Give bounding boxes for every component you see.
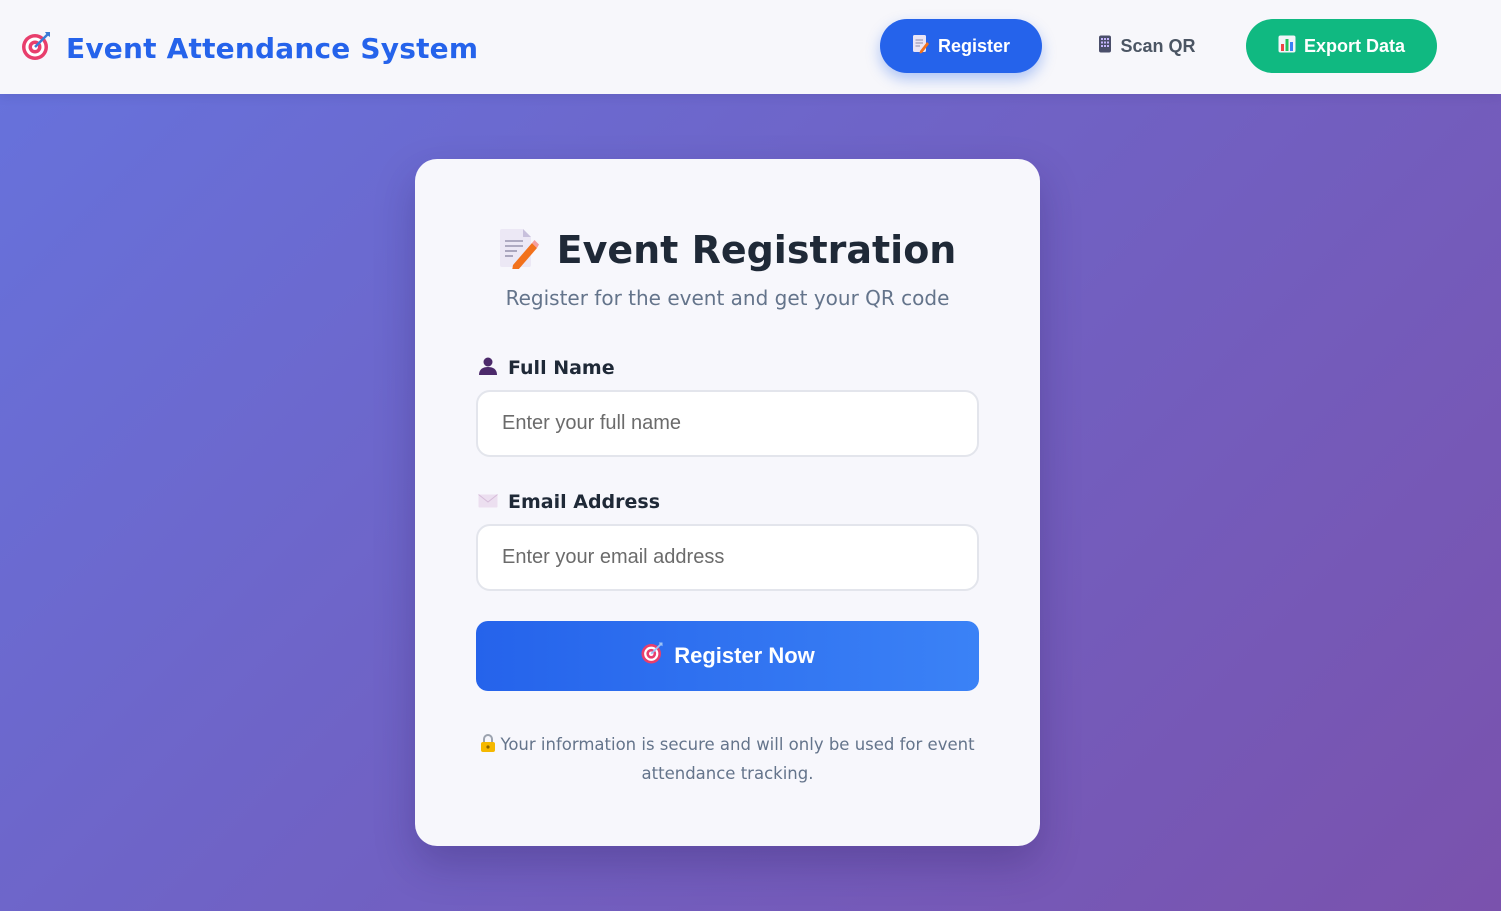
memo-icon <box>499 227 539 274</box>
nav-export-data-label: Export Data <box>1303 35 1406 56</box>
phone-icon <box>1098 35 1112 58</box>
register-now-label: Register Now <box>674 643 815 668</box>
lock-icon <box>480 733 496 760</box>
full-name-label: Full Name <box>478 355 615 381</box>
nav-register-label: Register <box>937 35 1011 56</box>
form-title-row: Event Registration <box>415 226 1040 274</box>
brand[interactable]: Event Attendance System <box>20 30 478 66</box>
privacy-note-text: Your information is secure and will only… <box>500 735 975 783</box>
top-navbar: Event Attendance System Register Scan QR… <box>0 0 1501 94</box>
form-title: Event Registration <box>556 228 957 272</box>
email-label: Email Address <box>478 489 660 515</box>
memo-icon <box>912 34 930 59</box>
full-name-label-text: Full Name <box>508 357 615 379</box>
register-now-button[interactable]: Register Now <box>476 621 979 691</box>
nav-scan-qr-button[interactable]: Scan QR <box>1082 19 1212 73</box>
target-icon <box>20 30 52 67</box>
app-title: Event Attendance System <box>66 31 479 65</box>
form-subtitle: Register for the event and get your QR c… <box>505 286 950 310</box>
envelope-icon <box>478 491 498 513</box>
full-name-input[interactable] <box>476 390 979 457</box>
email-input[interactable] <box>476 524 979 591</box>
email-label-text: Email Address <box>508 491 661 513</box>
nav-export-data-button[interactable]: Export Data <box>1246 19 1437 73</box>
nav-scan-qr-label: Scan QR <box>1120 35 1196 56</box>
person-icon <box>478 356 498 381</box>
bar-chart-icon <box>1278 35 1296 58</box>
privacy-note: Your information is secure and will only… <box>476 731 979 787</box>
target-icon <box>640 641 664 671</box>
nav-register-button[interactable]: Register <box>880 19 1042 73</box>
